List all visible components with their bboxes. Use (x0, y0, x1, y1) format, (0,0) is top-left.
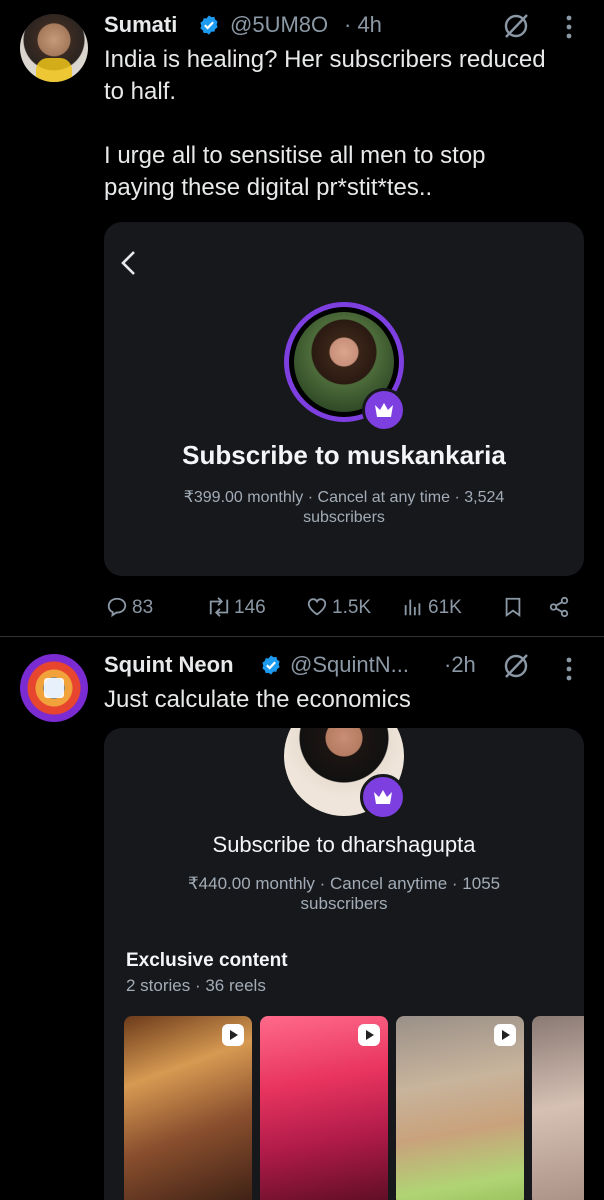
author-handle[interactable]: @5UM8O (230, 12, 328, 38)
reply-icon[interactable] (106, 596, 128, 618)
view-count[interactable]: 61K (428, 597, 462, 619)
reel-thumbnail[interactable] (260, 1016, 388, 1200)
timestamp[interactable]: · 4h (344, 12, 382, 38)
share-icon[interactable] (548, 596, 570, 618)
reel-thumbnail[interactable] (396, 1016, 524, 1200)
tweet-text-line: to half. (104, 78, 177, 105)
tweet-text: Just calculate the economics (104, 686, 411, 713)
timestamp[interactable]: ·2h (444, 652, 476, 678)
exclusive-content-count: 2 stories · 36 reels (126, 976, 266, 995)
reply-count[interactable]: 83 (132, 597, 153, 619)
subscription-details: ₹399.00 monthly · Cancel at any time · 3… (144, 488, 544, 528)
crown-icon (360, 774, 406, 820)
repost-icon[interactable] (204, 596, 234, 618)
tweet-text-line: India is healing? Her subscribers reduce… (104, 46, 546, 73)
price-line: subscribers (303, 509, 385, 526)
exclusive-content-title: Exclusive content (126, 950, 288, 971)
play-icon (494, 1024, 516, 1046)
crown-icon (362, 388, 406, 432)
price-line: subscribers (300, 894, 388, 913)
author-handle[interactable]: @SquintN... (290, 652, 409, 678)
price-line: ₹399.00 monthly · Cancel at any time · 3… (183, 489, 505, 506)
avatar[interactable] (20, 654, 88, 722)
price-line: ₹440.00 monthly · Cancel anytime · 1055 (187, 874, 501, 893)
author-name[interactable]: Squint Neon (104, 652, 234, 678)
back-chevron-icon[interactable] (120, 250, 138, 276)
verified-icon (262, 655, 280, 675)
tweet-text-line: paying these digital pr*stit*tes.. (104, 174, 433, 201)
like-count[interactable]: 1.5K (332, 597, 371, 619)
author-name[interactable]: Sumati (104, 12, 177, 38)
subscription-details: ₹440.00 monthly · Cancel anytime · 1055 … (144, 874, 544, 914)
avatar[interactable] (20, 14, 88, 82)
reel-thumbnail[interactable] (532, 1016, 584, 1200)
bookmark-icon[interactable] (502, 596, 524, 618)
more-icon[interactable] (562, 656, 576, 682)
divider (0, 636, 604, 637)
views-icon[interactable] (402, 596, 424, 618)
repost-count[interactable]: 146 (234, 597, 266, 619)
media-card[interactable]: Subscribe to muskankaria ₹399.00 monthly… (104, 222, 584, 576)
grok-icon[interactable] (502, 652, 530, 680)
play-icon (358, 1024, 380, 1046)
reel-thumbnail[interactable] (124, 1016, 252, 1200)
verified-icon (200, 15, 218, 35)
play-icon (222, 1024, 244, 1046)
like-icon[interactable] (306, 596, 328, 618)
subscribe-title: Subscribe to dharshagupta (212, 832, 476, 857)
tweet-text: India is healing? Her subscribers reduce… (104, 44, 594, 204)
grok-icon[interactable] (502, 12, 530, 40)
subscribe-title: Subscribe to muskankaria (182, 440, 506, 470)
tweet-text-line: I urge all to sensitise all men to stop (104, 142, 486, 169)
media-card[interactable]: Subscribe to dharshagupta ₹440.00 monthl… (104, 728, 584, 1200)
more-icon[interactable] (562, 14, 576, 40)
